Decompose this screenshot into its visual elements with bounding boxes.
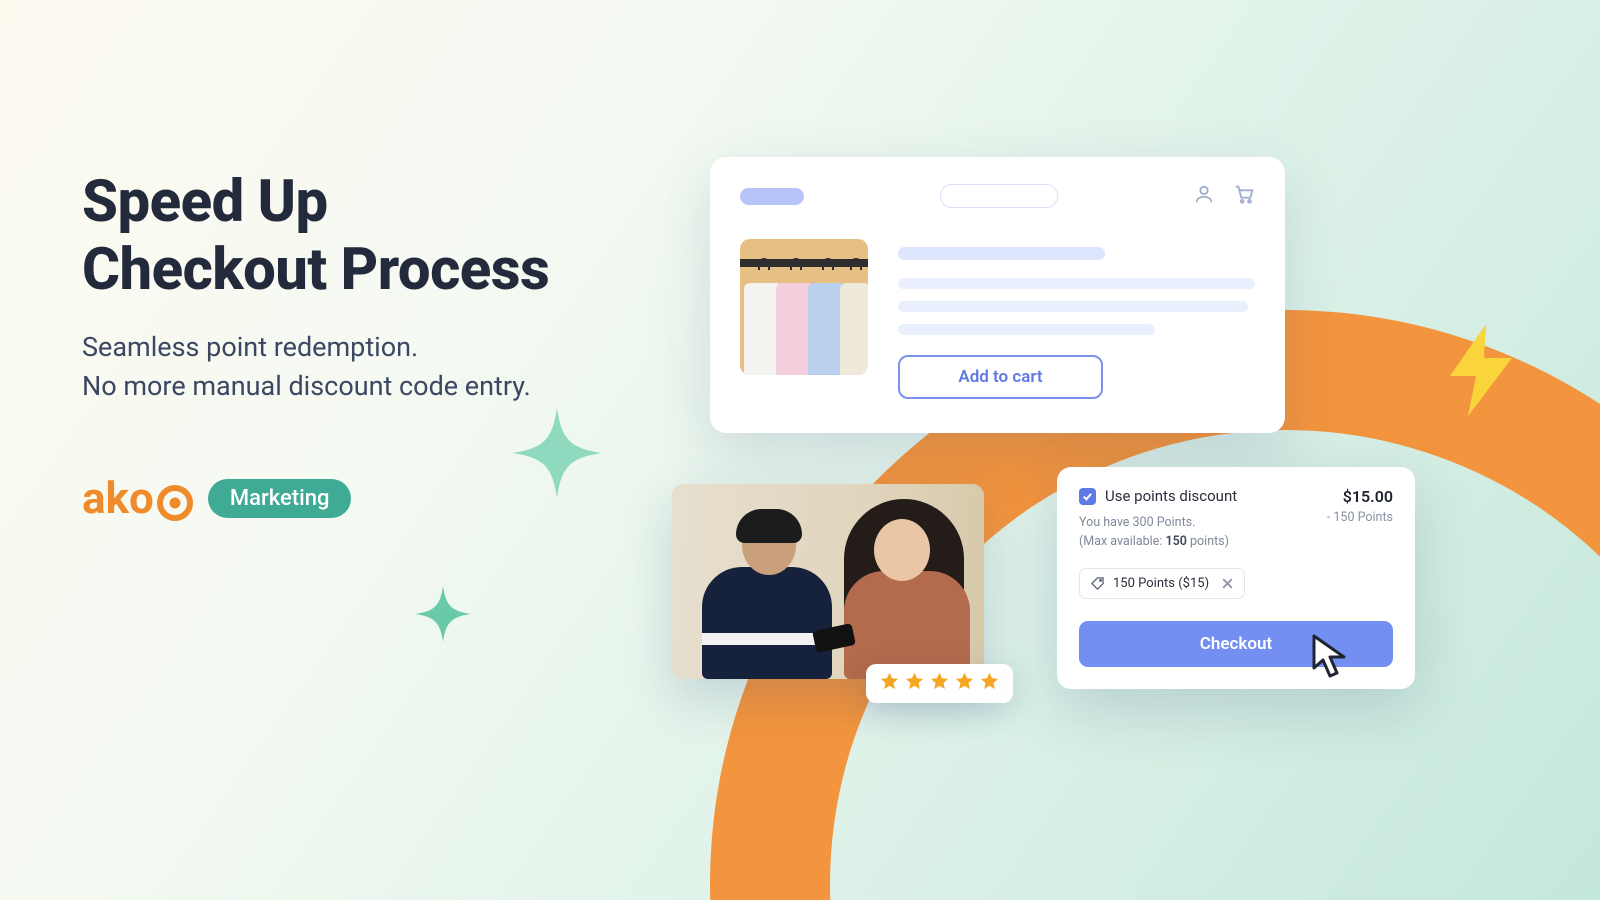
star-icon	[979, 671, 1000, 696]
discount-chip-label: 150 Points ($15)	[1113, 576, 1209, 591]
star-icon	[879, 671, 900, 696]
hero-headline-line2: Checkout Process	[82, 236, 549, 304]
brand-mark-icon	[157, 485, 193, 521]
brand-badge: Marketing	[208, 479, 352, 518]
lifestyle-photo-card	[672, 484, 984, 679]
product-desc-placeholder	[898, 278, 1255, 289]
applied-discount-chip[interactable]: 150 Points ($15)	[1079, 568, 1245, 599]
hero-headline-line1: Speed Up	[82, 168, 328, 236]
use-points-label: Use points discount	[1105, 487, 1237, 505]
brand-lockup: ako Marketing	[82, 472, 351, 524]
points-meta: You have 300 Points. (Max available: 150…	[1079, 514, 1237, 552]
add-to-cart-button[interactable]: Add to cart	[898, 355, 1103, 399]
product-card-body: Add to cart	[740, 239, 1255, 399]
star-icon	[904, 671, 925, 696]
product-thumbnail	[740, 239, 868, 375]
star-icon	[954, 671, 975, 696]
search-input-placeholder[interactable]	[940, 184, 1058, 208]
product-desc-placeholder	[898, 324, 1155, 335]
product-card-header	[740, 183, 1255, 209]
hero-subhead-line2: No more manual discount code entry.	[82, 370, 531, 402]
checkout-price: $15.00	[1327, 487, 1393, 506]
cart-icon[interactable]	[1233, 183, 1255, 209]
use-points-checkbox-row[interactable]: Use points discount	[1079, 487, 1237, 505]
brand-logo: ako	[82, 472, 194, 524]
points-max-text: (Max available: 150 points)	[1079, 533, 1237, 552]
sparkle-icon	[512, 408, 602, 498]
header-icons	[1193, 183, 1255, 209]
checkout-card: Use points discount You have 300 Points.…	[1057, 467, 1415, 689]
hero-headline: Speed Up Checkout Process	[82, 168, 549, 305]
product-card: Add to cart	[710, 157, 1285, 433]
checkout-price-sub: - 150 Points	[1327, 510, 1393, 525]
star-icon	[929, 671, 950, 696]
product-title-placeholder	[898, 247, 1105, 260]
store-logo-placeholder	[740, 188, 804, 205]
lightning-icon	[1442, 322, 1522, 422]
hero-subhead: Seamless point redemption. No more manua…	[82, 328, 531, 406]
tag-icon	[1090, 576, 1105, 591]
marketing-hero-canvas: Speed Up Checkout Process Seamless point…	[0, 0, 1600, 900]
brand-name-text: ako	[82, 472, 154, 524]
product-info: Add to cart	[898, 239, 1255, 399]
points-balance-text: You have 300 Points.	[1079, 514, 1237, 533]
remove-discount-icon[interactable]	[1221, 577, 1234, 590]
hero-subhead-line1: Seamless point redemption.	[82, 331, 418, 363]
account-icon[interactable]	[1193, 183, 1215, 209]
rating-chip	[866, 664, 1013, 703]
checkbox-checked-icon[interactable]	[1079, 488, 1096, 505]
product-desc-placeholder	[898, 301, 1248, 312]
sparkle-icon	[415, 586, 471, 642]
cursor-icon	[1310, 632, 1356, 686]
